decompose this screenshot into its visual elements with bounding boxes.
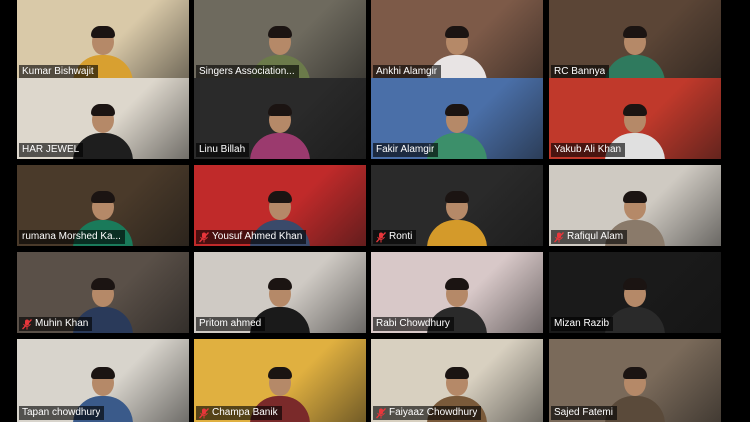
participant-nameplate: Pritom ahmed — [196, 317, 266, 331]
participant-tile[interactable]: Kumar Bishwajit — [17, 0, 189, 81]
participant-nameplate: Sajed Fatemi — [551, 406, 617, 420]
participant-video — [603, 25, 667, 81]
participant-name: rumana Morshed Ka... — [22, 231, 121, 242]
participant-nameplate: Faiyaaz Chowdhury — [373, 406, 482, 420]
participant-nameplate: Linu Billah — [196, 143, 250, 157]
participant-name: Kumar Bishwajit — [22, 66, 94, 77]
participant-tile[interactable]: Tapan chowdhury — [17, 339, 189, 422]
participant-tile[interactable]: Yakub Ali Khan — [549, 78, 721, 159]
participant-name: Yakub Ali Khan — [554, 144, 622, 155]
participant-nameplate: Rafiqul Alam — [551, 230, 628, 244]
participant-tile[interactable]: RC Bannya — [549, 0, 721, 81]
participant-tile[interactable]: Singers Association... — [194, 0, 366, 81]
participant-nameplate: Tapan chowdhury — [19, 406, 105, 420]
participant-name: Muhin Khan — [35, 318, 89, 329]
participant-name: Rabi Chowdhury — [376, 318, 450, 329]
participant-nameplate: Singers Association... — [196, 65, 299, 79]
participant-name: Ronti — [389, 231, 413, 242]
mic-off-icon — [22, 318, 32, 330]
participant-name: Linu Billah — [199, 144, 246, 155]
participant-nameplate: Muhin Khan — [19, 317, 93, 331]
participant-tile[interactable]: Muhin Khan — [17, 252, 189, 333]
participant-tile[interactable]: Yousuf Ahmed Khan — [194, 165, 366, 246]
participant-nameplate: RC Bannya — [551, 65, 610, 79]
participant-nameplate: Kumar Bishwajit — [19, 65, 98, 79]
participant-name: Ankhi Alamgir — [376, 66, 438, 77]
participant-video — [425, 190, 489, 246]
participant-nameplate: Fakir Alamgir — [373, 143, 439, 157]
participant-name: RC Bannya — [554, 66, 606, 77]
participant-name: Rafiqul Alam — [567, 231, 624, 242]
participant-nameplate: Yousuf Ahmed Khan — [196, 230, 307, 244]
participant-nameplate: Rabi Chowdhury — [373, 317, 454, 331]
participant-name: Faiyaaz Chowdhury — [389, 407, 478, 418]
participant-nameplate: Champa Banik — [196, 406, 282, 420]
participant-tile[interactable]: Ankhi Alamgir — [371, 0, 543, 81]
participant-name: Champa Banik — [212, 407, 278, 418]
participant-nameplate: Ronti — [373, 230, 417, 244]
participant-tile[interactable]: Ronti — [371, 165, 543, 246]
participant-tile[interactable]: Linu Billah — [194, 78, 366, 159]
mic-off-icon — [199, 407, 209, 419]
participant-tile[interactable]: rumana Morshed Ka... — [17, 165, 189, 246]
participant-name: Mizan Razib — [554, 318, 610, 329]
participant-tile[interactable]: Rafiqul Alam — [549, 165, 721, 246]
participant-nameplate: Ankhi Alamgir — [373, 65, 442, 79]
participant-nameplate: Yakub Ali Khan — [551, 143, 626, 157]
participant-name: Pritom ahmed — [199, 318, 262, 329]
participant-tile[interactable]: Sajed Fatemi — [549, 339, 721, 422]
participant-nameplate: rumana Morshed Ka... — [19, 230, 125, 244]
mic-off-icon — [376, 407, 386, 419]
participant-tile[interactable]: Rabi Chowdhury — [371, 252, 543, 333]
participant-tile[interactable]: Pritom ahmed — [194, 252, 366, 333]
participant-tile[interactable]: Mizan Razib — [549, 252, 721, 333]
mic-off-icon — [554, 231, 564, 243]
mic-off-icon — [199, 231, 209, 243]
participant-video — [248, 103, 312, 159]
participant-name: Yousuf Ahmed Khan — [212, 231, 303, 242]
participant-nameplate: Mizan Razib — [551, 317, 614, 331]
participant-tile[interactable]: Fakir Alamgir — [371, 78, 543, 159]
mic-off-icon — [376, 231, 386, 243]
participant-nameplate: HAR JEWEL — [19, 143, 84, 157]
participant-name: HAR JEWEL — [22, 144, 80, 155]
participant-tile[interactable]: Faiyaaz Chowdhury — [371, 339, 543, 422]
participant-tile[interactable]: Champa Banik — [194, 339, 366, 422]
participant-tile[interactable]: HAR JEWEL — [17, 78, 189, 159]
participant-name: Tapan chowdhury — [22, 407, 101, 418]
gallery-grid: Kumar Bishwajit Singers Association... Ank… — [17, 0, 722, 422]
participant-name: Singers Association... — [199, 66, 295, 77]
participant-name: Sajed Fatemi — [554, 407, 613, 418]
participant-name: Fakir Alamgir — [376, 144, 435, 155]
